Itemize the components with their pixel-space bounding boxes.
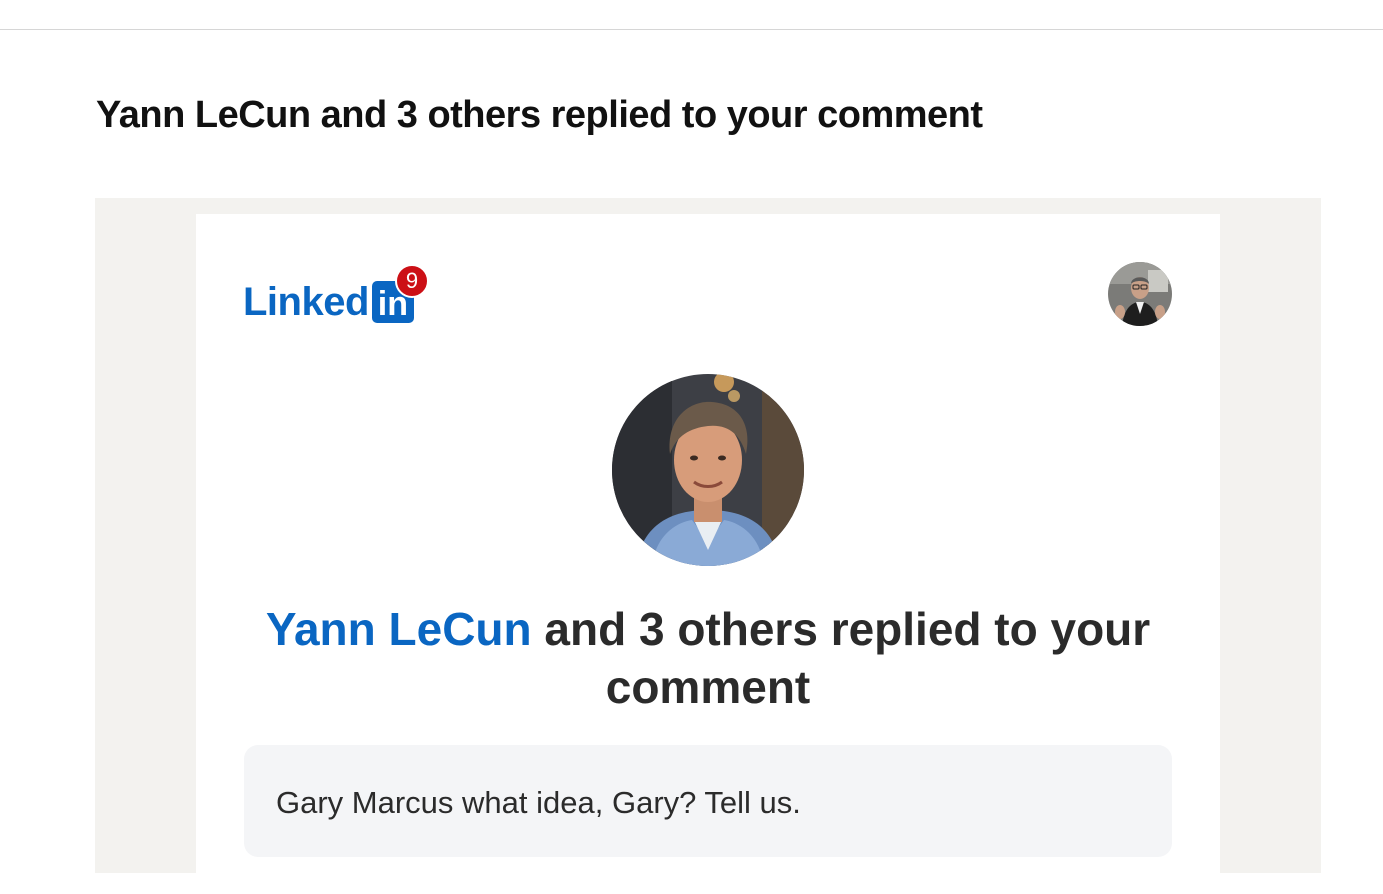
comment-preview[interactable]: Gary Marcus what idea, Gary? Tell us. <box>244 745 1172 857</box>
notification-count-badge: 9 <box>395 264 429 298</box>
logo-wordmark: Linked <box>243 280 369 324</box>
comment-text: Gary Marcus what idea, Gary? Tell us. <box>276 785 801 820</box>
notification-headline: Yann LeCun and 3 others replied to your … <box>244 600 1172 716</box>
header-divider <box>0 29 1383 30</box>
email-body-frame: Linked in 9 Yann LeCun and 3 others repl… <box>95 198 1321 894</box>
viewer-profile-photo-icon <box>1108 262 1172 326</box>
email-subject: Yann LeCun and 3 others replied to your … <box>96 94 983 136</box>
linkedin-logo[interactable]: Linked in <box>243 278 414 326</box>
headline-text: and 3 others replied to your comment <box>544 603 1151 713</box>
actor-avatar[interactable] <box>612 374 804 566</box>
actor-profile-photo-icon <box>612 374 804 566</box>
viewer-avatar[interactable] <box>1108 262 1172 326</box>
actor-name-link[interactable]: Yann LeCun <box>266 603 532 655</box>
notification-card: Linked in 9 Yann LeCun and 3 others repl… <box>196 214 1220 894</box>
